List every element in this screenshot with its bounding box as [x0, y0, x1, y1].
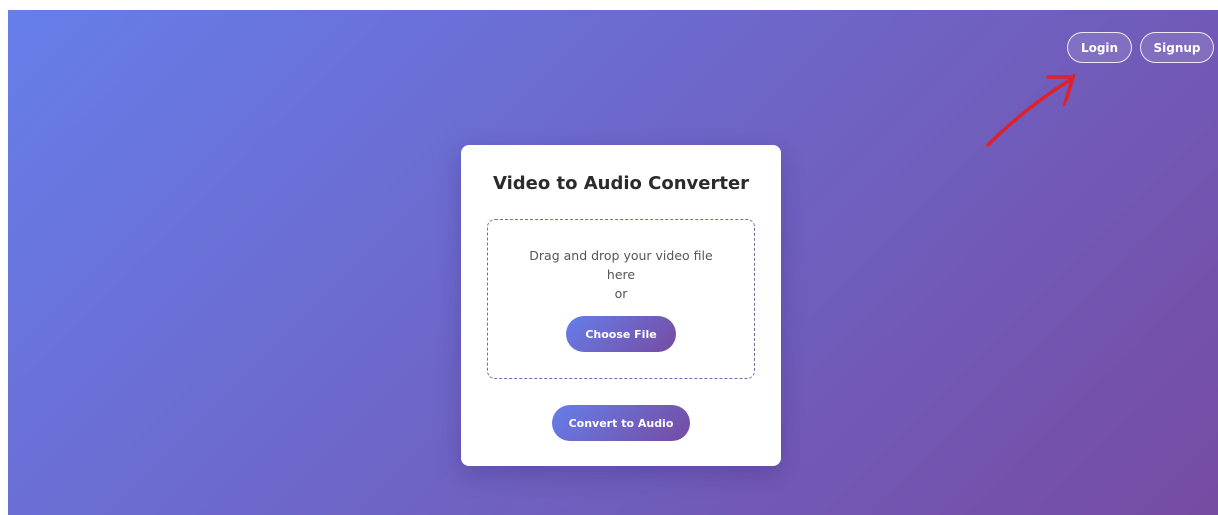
auth-nav: Login Signup	[1067, 32, 1214, 63]
drop-zone-text: Drag and drop your video file here or	[488, 246, 754, 303]
drop-zone[interactable]: Drag and drop your video file here or Ch…	[487, 219, 755, 379]
red-arrow-icon	[986, 73, 1076, 147]
card-title: Video to Audio Converter	[492, 173, 750, 194]
choose-file-button[interactable]: Choose File	[566, 316, 676, 352]
page-background: Login Signup Video to Audio Converter Dr…	[8, 10, 1218, 515]
drop-text-or: or	[614, 286, 628, 301]
converter-card: Video to Audio Converter Drag and drop y…	[461, 145, 781, 466]
convert-to-audio-button[interactable]: Convert to Audio	[552, 405, 690, 441]
login-button[interactable]: Login	[1067, 32, 1132, 63]
signup-button[interactable]: Signup	[1140, 32, 1214, 63]
drop-text-line-1: Drag and drop your video file	[529, 248, 713, 263]
drop-text-line-2: here	[606, 267, 636, 282]
